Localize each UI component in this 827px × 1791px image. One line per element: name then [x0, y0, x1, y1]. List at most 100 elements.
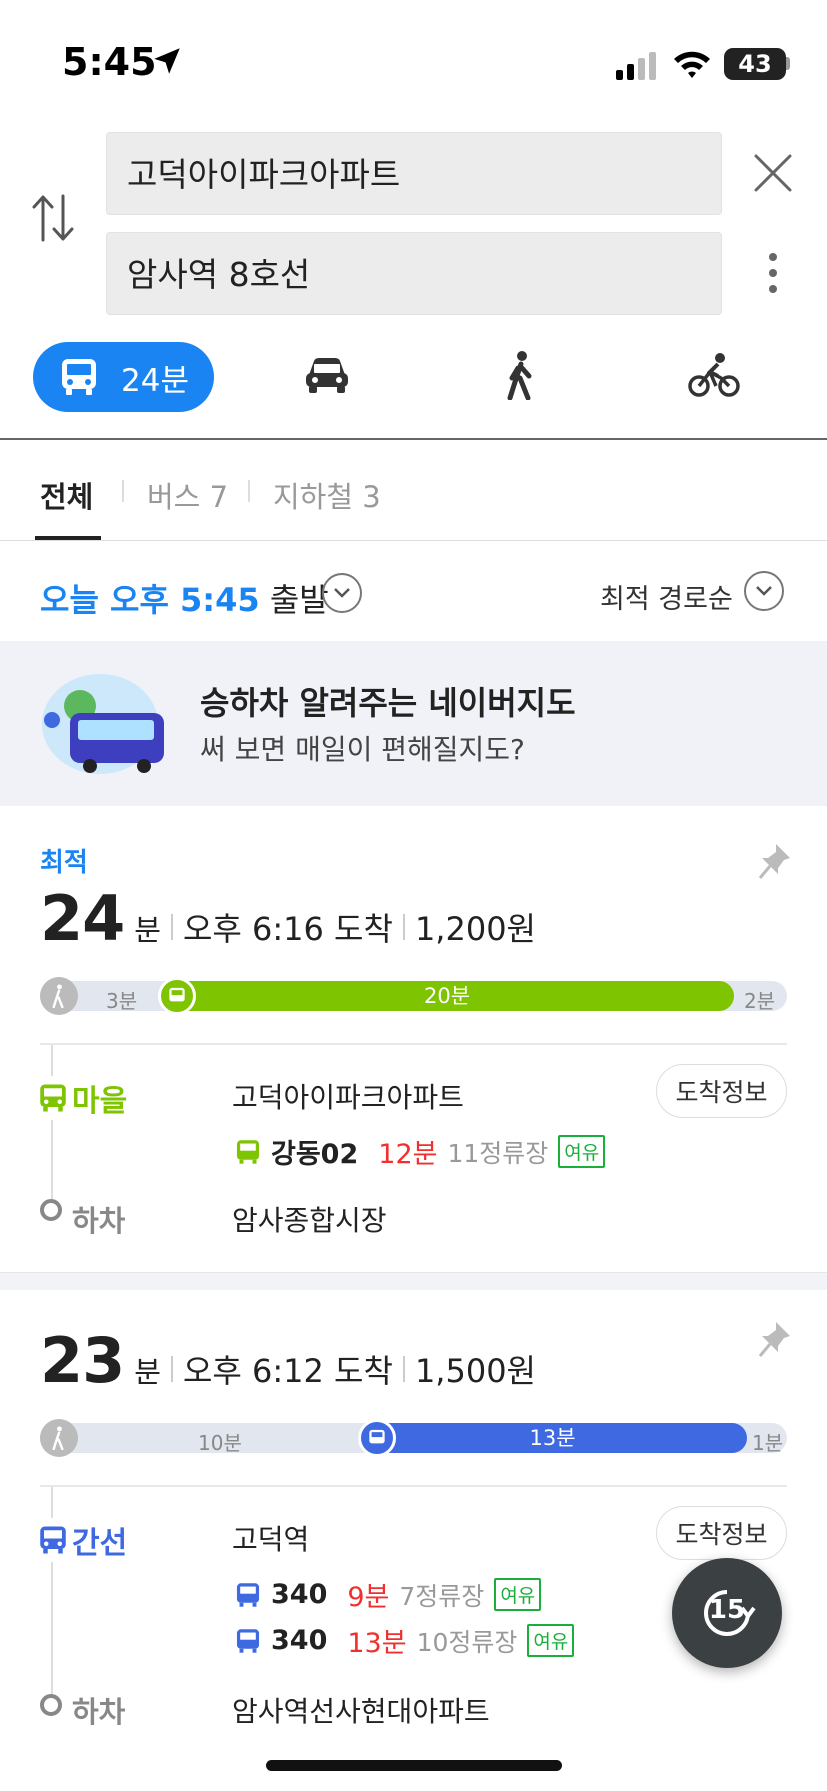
- refresh-fab-button[interactable]: 15: [672, 1558, 782, 1668]
- bus-row[interactable]: 340 13분 10정류장 여유: [235, 1621, 575, 1660]
- bus-icon: [236, 1582, 260, 1607]
- bus-icon: [236, 1139, 260, 1164]
- wifi-icon: [674, 51, 710, 78]
- route-summary[interactable]: 23 분 오후 6:12 도착 1,500원: [40, 1324, 536, 1397]
- sort-chevron[interactable]: [744, 571, 784, 611]
- banner-subtitle: 써 보면 매일이 편해질지도?: [200, 733, 525, 766]
- status-time: 5:45: [62, 40, 157, 84]
- sort-label[interactable]: 최적 경로순: [600, 577, 733, 616]
- route-type: 간선: [38, 1518, 128, 1562]
- walk-icon: [52, 1426, 64, 1450]
- departure-time-label: 오늘 오후 5:45: [40, 581, 260, 619]
- separator: [170, 1356, 173, 1382]
- alight-stop: 암사역선사현대아파트: [232, 1695, 490, 1728]
- arrival-info-button[interactable]: 도착정보: [656, 1064, 787, 1118]
- tab-separator: [122, 480, 124, 502]
- alight-label: 하차: [72, 1204, 126, 1238]
- chevron-down-icon: [334, 588, 350, 598]
- separator: [170, 914, 173, 940]
- status-badge: 여유: [527, 1624, 575, 1657]
- alight-stop: 암사종합시장: [232, 1204, 387, 1237]
- departure-chevron[interactable]: [322, 573, 362, 613]
- walk-time-1: 3분: [106, 989, 138, 1013]
- battery-indicator: 43: [724, 48, 786, 80]
- walk-icon: [52, 984, 64, 1008]
- tab-all[interactable]: 전체: [40, 474, 93, 516]
- bicycle-icon[interactable]: [688, 352, 740, 398]
- alight-dot: [40, 1199, 62, 1221]
- more-icon[interactable]: [765, 252, 781, 294]
- route-duration-unit: 분: [134, 913, 161, 947]
- fab-label: 15: [708, 1595, 746, 1625]
- pin-icon[interactable]: [758, 842, 792, 880]
- route-fare: 1,500원: [414, 1352, 536, 1390]
- bus-row[interactable]: 340 9분 7정류장 여유: [235, 1575, 542, 1614]
- close-icon[interactable]: [752, 152, 794, 194]
- section-gap: [0, 1272, 827, 1290]
- divider: [40, 1043, 787, 1045]
- ride-segment: 20분: [160, 981, 734, 1011]
- route-type-label: 마을: [72, 1084, 128, 1119]
- bus-eta: 13분: [347, 1628, 407, 1659]
- alight-dot: [40, 1694, 62, 1716]
- bus-stops: 7정류장: [399, 1581, 485, 1611]
- pin-icon[interactable]: [758, 1320, 792, 1358]
- bus-icon: [369, 1429, 385, 1444]
- walk-icon[interactable]: [504, 350, 538, 400]
- route-type-label: 간선: [72, 1526, 128, 1561]
- bus-stops: 10정류장: [416, 1627, 518, 1657]
- banner-title: 승하차 알려주는 네이버지도: [200, 684, 576, 722]
- home-indicator: [266, 1760, 562, 1771]
- route-summary[interactable]: 24 분 오후 6:16 도착 1,200원: [40, 882, 536, 955]
- separator: [402, 1356, 405, 1382]
- location-arrow-icon: [154, 48, 180, 74]
- status-badge: 여유: [558, 1135, 606, 1168]
- divider: [0, 540, 827, 541]
- bus-icon: [40, 1526, 66, 1554]
- bus-row[interactable]: 강동02 12분 11정류장 여유: [235, 1132, 606, 1171]
- route-duration: 23: [40, 1324, 125, 1397]
- bus-icon: [40, 1084, 66, 1112]
- status-badge: 여유: [494, 1578, 542, 1611]
- alight-label: 하차: [72, 1695, 126, 1729]
- route-duration-unit: 분: [134, 1355, 161, 1389]
- chevron-down-icon: [756, 586, 772, 596]
- bus-icon: [62, 359, 96, 395]
- route-type: 마을: [38, 1076, 128, 1120]
- walk-dot: [40, 977, 78, 1015]
- board-stop: 고덕아이파크아파트: [232, 1081, 464, 1114]
- destination-input[interactable]: 암사역 8호선: [106, 232, 722, 315]
- car-icon[interactable]: [304, 355, 350, 395]
- arrival-info-button[interactable]: 도착정보: [656, 1506, 787, 1560]
- bus-dot: [158, 977, 196, 1015]
- walk-time-1: 10분: [198, 1431, 242, 1455]
- bus-icon: [169, 987, 185, 1002]
- bus-number: 340: [271, 1625, 328, 1656]
- divider: [40, 1485, 787, 1487]
- route-line: [51, 1045, 53, 1211]
- separator: [402, 914, 405, 940]
- mode-transit-tab[interactable]: 24분: [33, 342, 214, 412]
- tab-separator: [248, 480, 250, 502]
- bus-number: 340: [271, 1579, 328, 1610]
- origin-input[interactable]: 고덕아이파크아파트: [106, 132, 722, 215]
- departure-suffix: 출발: [269, 581, 329, 619]
- bus-eta: 12분: [378, 1139, 438, 1170]
- tab-bus[interactable]: 버스 7: [147, 474, 228, 516]
- swap-icon[interactable]: [30, 192, 76, 244]
- transit-time-label: 24분: [121, 362, 189, 399]
- tab-subway[interactable]: 지하철 3: [273, 474, 381, 516]
- battery-cap: [786, 57, 790, 70]
- route-fare: 1,200원: [414, 910, 536, 948]
- departure-time[interactable]: 오늘 오후 5:45 출발: [40, 575, 329, 621]
- route-arrival: 오후 6:12 도착: [182, 1352, 393, 1390]
- bus-stops: 11정류장: [447, 1138, 549, 1168]
- bus-icon: [236, 1628, 260, 1653]
- bus-illustration-icon: [42, 674, 164, 774]
- signal-icon: [616, 52, 656, 80]
- route-duration: 24: [40, 882, 125, 955]
- walk-dot: [40, 1419, 78, 1457]
- walk-time-2: 2분: [744, 989, 776, 1013]
- ride-segment: 13분: [358, 1423, 747, 1453]
- bus-dot: [358, 1419, 396, 1457]
